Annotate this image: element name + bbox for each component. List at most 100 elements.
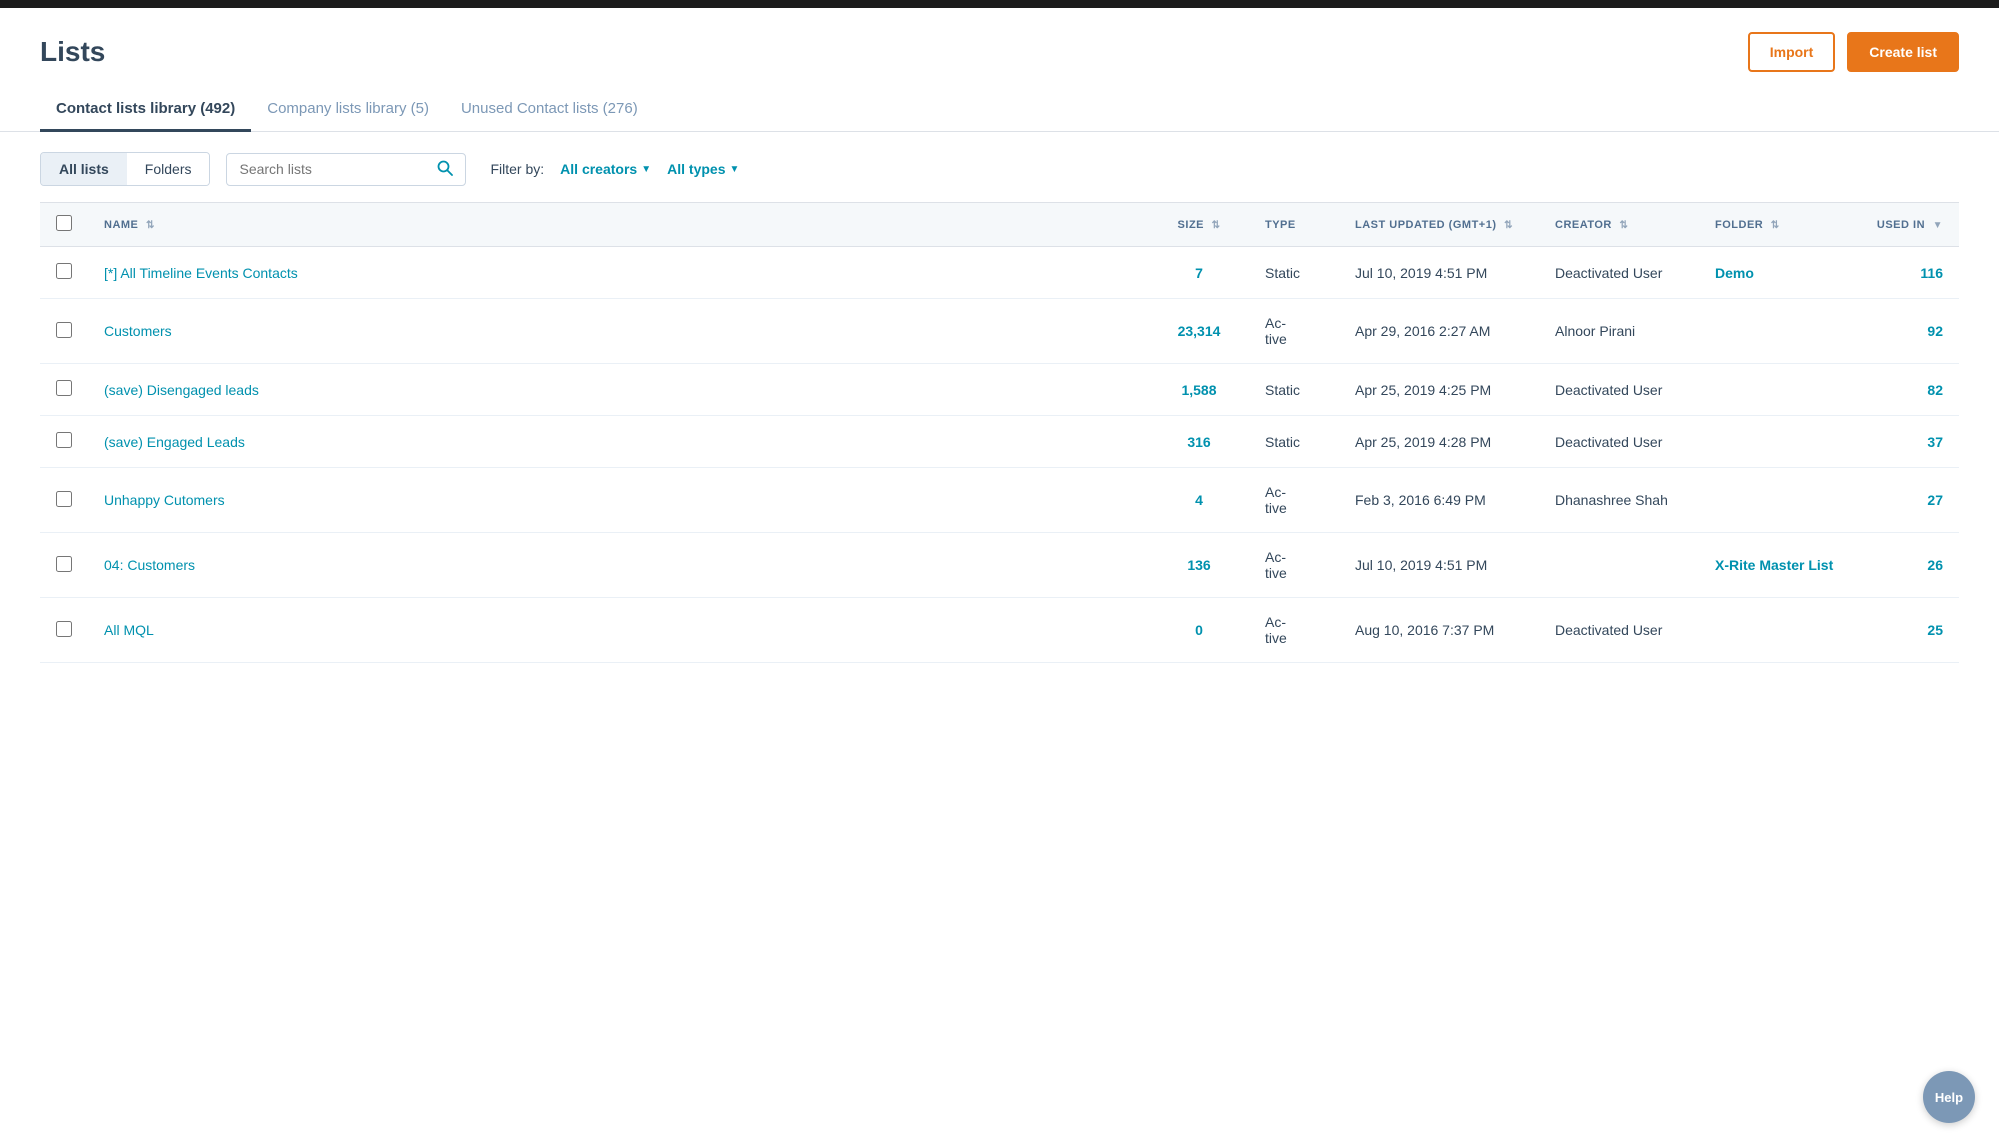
row-folder (1699, 468, 1859, 533)
row-folder[interactable]: X-Rite Master List (1699, 533, 1859, 598)
row-creator: Deactivated User (1539, 247, 1699, 299)
import-button[interactable]: Import (1748, 32, 1836, 72)
row-type: Ac- tive (1249, 468, 1339, 533)
top-bar (0, 0, 1999, 8)
row-name[interactable]: (save) Disengaged leads (88, 364, 1149, 416)
row-updated: Apr 25, 2019 4:25 PM (1339, 364, 1539, 416)
row-type: Static (1249, 416, 1339, 468)
row-checkbox-cell (40, 533, 88, 598)
row-checkbox-cell (40, 468, 88, 533)
types-caret-icon: ▼ (729, 164, 739, 175)
tab-company-lists[interactable]: Company lists library (5) (251, 88, 445, 132)
row-updated: Apr 25, 2019 4:28 PM (1339, 416, 1539, 468)
search-icon (437, 160, 453, 179)
updated-sort-icon: ⇅ (1504, 220, 1513, 231)
col-creator[interactable]: CREATOR ⇅ (1539, 203, 1699, 247)
col-size[interactable]: SIZE ⇅ (1149, 203, 1249, 247)
row-checkbox[interactable] (56, 491, 72, 507)
table-header-row: NAME ⇅ SIZE ⇅ TYPE LAST UPDATED (GMT+1) … (40, 203, 1959, 247)
row-updated: Jul 10, 2019 4:51 PM (1339, 533, 1539, 598)
row-creator: Deactivated User (1539, 364, 1699, 416)
row-type: Ac- tive (1249, 533, 1339, 598)
all-creators-filter[interactable]: All creators ▼ (560, 161, 651, 177)
row-checkbox[interactable] (56, 556, 72, 572)
creators-caret-icon: ▼ (641, 164, 651, 175)
all-lists-toggle[interactable]: All lists (41, 153, 127, 185)
row-name[interactable]: All MQL (88, 598, 1149, 663)
row-name[interactable]: 04: Customers (88, 533, 1149, 598)
row-creator: Dhanashree Shah (1539, 468, 1699, 533)
row-updated: Aug 10, 2016 7:37 PM (1339, 598, 1539, 663)
row-folder (1699, 416, 1859, 468)
row-folder (1699, 598, 1859, 663)
tab-unused-contacts[interactable]: Unused Contact lists (276) (445, 88, 654, 132)
row-checkbox[interactable] (56, 380, 72, 396)
lists-table-container: NAME ⇅ SIZE ⇅ TYPE LAST UPDATED (GMT+1) … (0, 202, 1999, 663)
header-actions: Import Create list (1748, 32, 1959, 72)
help-button[interactable]: Help (1923, 1071, 1975, 1123)
row-checkbox[interactable] (56, 621, 72, 637)
row-name[interactable]: Unhappy Cutomers (88, 468, 1149, 533)
row-size: 316 (1149, 416, 1249, 468)
name-sort-icon: ⇅ (146, 220, 155, 231)
col-name[interactable]: NAME ⇅ (88, 203, 1149, 247)
row-used-in: 82 (1859, 364, 1959, 416)
col-type: TYPE (1249, 203, 1339, 247)
folders-toggle[interactable]: Folders (127, 153, 210, 185)
row-checkbox[interactable] (56, 322, 72, 338)
size-sort-icon: ⇅ (1212, 220, 1221, 231)
row-size: 1,588 (1149, 364, 1249, 416)
table-row: [*] All Timeline Events Contacts7StaticJ… (40, 247, 1959, 299)
row-name[interactable]: Customers (88, 299, 1149, 364)
page-header: Lists Import Create list (0, 8, 1999, 88)
row-size: 0 (1149, 598, 1249, 663)
row-type: Static (1249, 247, 1339, 299)
lists-table: NAME ⇅ SIZE ⇅ TYPE LAST UPDATED (GMT+1) … (40, 202, 1959, 663)
row-used-in: 27 (1859, 468, 1959, 533)
row-size: 7 (1149, 247, 1249, 299)
row-name[interactable]: [*] All Timeline Events Contacts (88, 247, 1149, 299)
select-all-checkbox[interactable] (56, 215, 72, 231)
used-sort-icon: ▼ (1933, 220, 1943, 231)
row-creator: Deactivated User (1539, 416, 1699, 468)
row-updated: Apr 29, 2016 2:27 AM (1339, 299, 1539, 364)
row-size: 136 (1149, 533, 1249, 598)
search-input[interactable] (239, 161, 429, 177)
filter-label: Filter by: (490, 161, 544, 177)
all-types-filter[interactable]: All types ▼ (667, 161, 739, 177)
row-size: 23,314 (1149, 299, 1249, 364)
row-used-in: 25 (1859, 598, 1959, 663)
row-type: Ac- tive (1249, 598, 1339, 663)
table-row: Customers23,314Ac- tiveApr 29, 2016 2:27… (40, 299, 1959, 364)
col-used-in[interactable]: USED IN ▼ (1859, 203, 1959, 247)
row-used-in: 92 (1859, 299, 1959, 364)
page-title: Lists (40, 36, 105, 68)
row-checkbox-cell (40, 247, 88, 299)
search-box (226, 153, 466, 186)
table-row: (save) Engaged Leads316StaticApr 25, 201… (40, 416, 1959, 468)
row-folder[interactable]: Demo (1699, 247, 1859, 299)
row-type: Static (1249, 364, 1339, 416)
select-all-header (40, 203, 88, 247)
table-row: All MQL0Ac- tiveAug 10, 2016 7:37 PMDeac… (40, 598, 1959, 663)
row-checkbox[interactable] (56, 263, 72, 279)
row-updated: Feb 3, 2016 6:49 PM (1339, 468, 1539, 533)
row-size: 4 (1149, 468, 1249, 533)
row-name[interactable]: (save) Engaged Leads (88, 416, 1149, 468)
row-type: Ac- tive (1249, 299, 1339, 364)
row-creator (1539, 533, 1699, 598)
row-used-in: 26 (1859, 533, 1959, 598)
col-updated[interactable]: LAST UPDATED (GMT+1) ⇅ (1339, 203, 1539, 247)
row-checkbox[interactable] (56, 432, 72, 448)
tab-contact-lists[interactable]: Contact lists library (492) (40, 88, 251, 132)
row-folder (1699, 364, 1859, 416)
creator-sort-icon: ⇅ (1619, 220, 1628, 231)
create-list-button[interactable]: Create list (1847, 32, 1959, 72)
table-row: (save) Disengaged leads1,588StaticApr 25… (40, 364, 1959, 416)
row-checkbox-cell (40, 416, 88, 468)
row-used-in: 37 (1859, 416, 1959, 468)
row-creator: Alnoor Pirani (1539, 299, 1699, 364)
table-row: 04: Customers136Ac- tiveJul 10, 2019 4:5… (40, 533, 1959, 598)
row-checkbox-cell (40, 364, 88, 416)
col-folder[interactable]: FOLDER ⇅ (1699, 203, 1859, 247)
